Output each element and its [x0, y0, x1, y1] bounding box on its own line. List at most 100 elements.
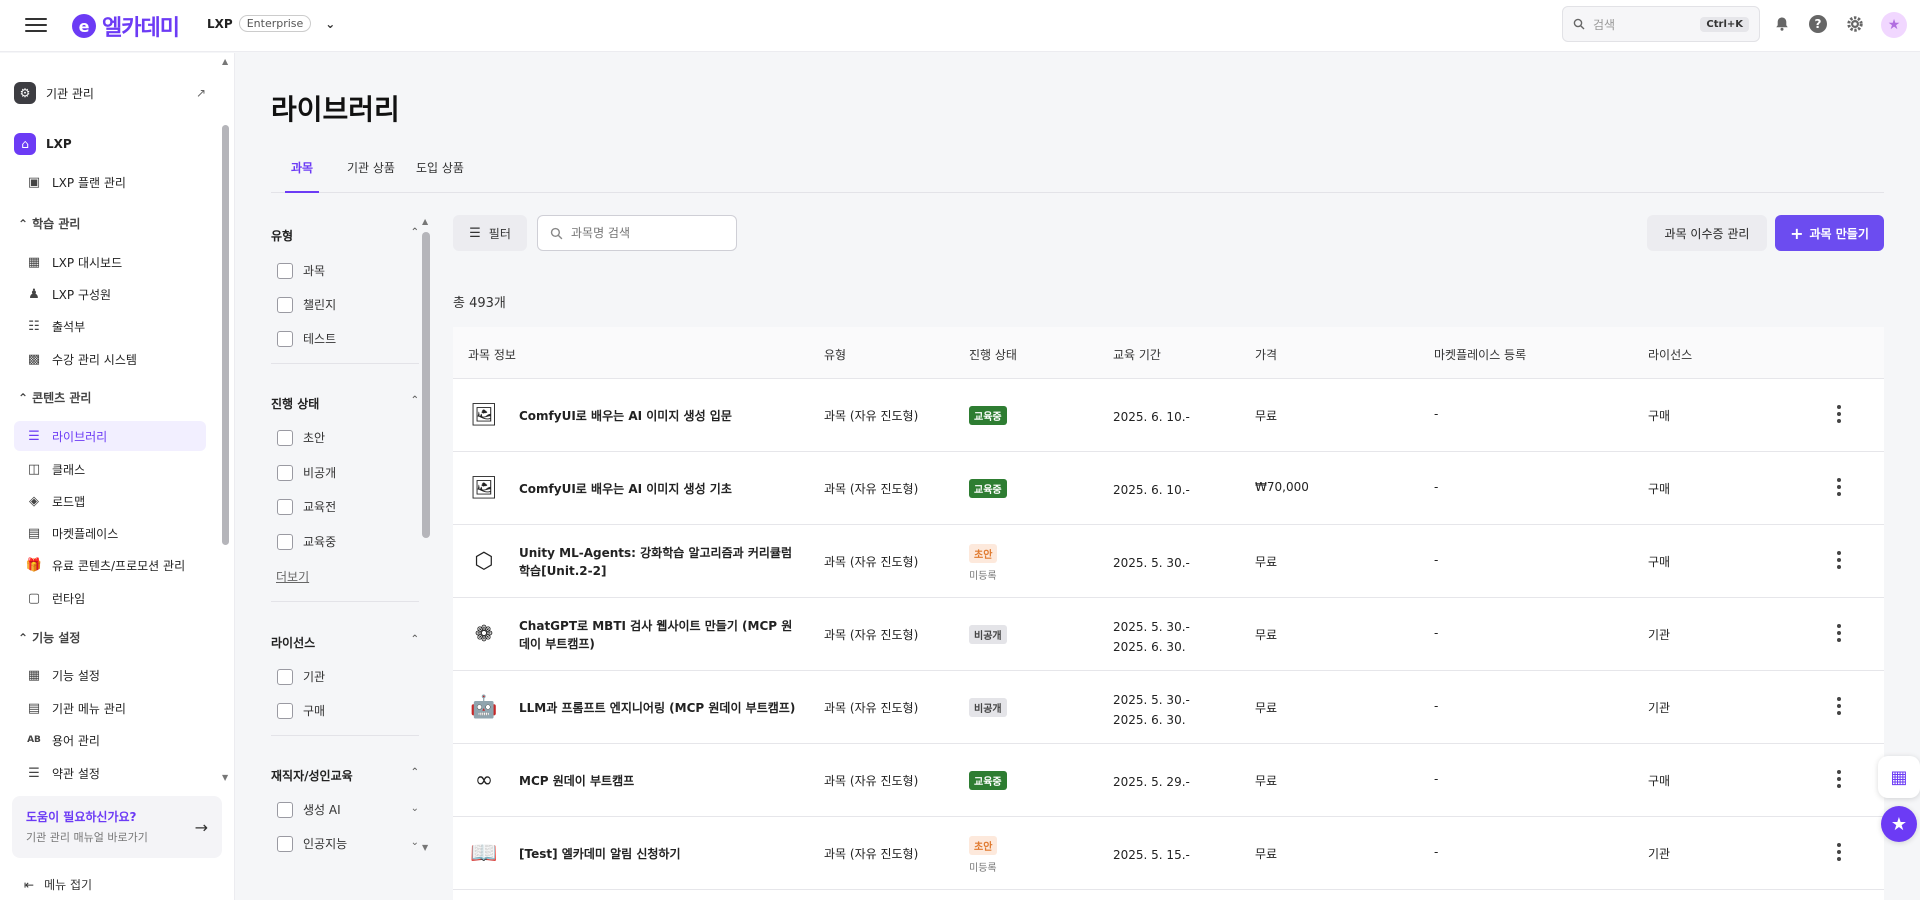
column-header[interactable]: 가격	[1255, 346, 1277, 363]
table-row[interactable]: ∞ MCP 원데이 부트캠프 과목 (자유 진도형) 교육중 2025. 5. 29.-…	[453, 744, 1884, 817]
checkbox[interactable]	[277, 464, 293, 481]
checkbox[interactable]	[277, 498, 293, 515]
filter-option[interactable]: 기관	[277, 668, 325, 685]
filter-option[interactable]: 인공지능	[277, 835, 347, 852]
sidebar-item-menu-manage[interactable]: ▤ 기관 메뉴 관리	[14, 693, 206, 723]
filter-option[interactable]: 초안	[277, 429, 325, 446]
table-row[interactable]: ⬡ Unity ML-Agents: 강화학습 알고리즘과 커리큘럼 학습[Uni…	[453, 525, 1884, 598]
bell-icon[interactable]	[1772, 14, 1792, 34]
column-header[interactable]: 교육 기간	[1113, 346, 1161, 363]
scroll-up-icon[interactable]: ▲	[222, 57, 228, 66]
sidebar-item-roadmap[interactable]: ◈ 로드맵	[14, 486, 206, 516]
more-options-icon[interactable]	[1837, 697, 1843, 715]
filter-option[interactable]: 생성 AI	[277, 801, 341, 818]
tab-imported-products[interactable]: 도입 상품	[410, 155, 470, 193]
help-icon[interactable]: ?	[1808, 14, 1828, 34]
assistant-button[interactable]: ★	[1881, 806, 1917, 842]
column-header[interactable]: 과목 정보	[468, 346, 516, 363]
course-search[interactable]	[537, 215, 737, 251]
table-row[interactable]: ❁ ChatGPT로 MBTI 검사 웹사이트 만들기 (MCP 원데이 부트캠프…	[453, 598, 1884, 671]
chevron-down-icon[interactable]: ⌄	[325, 17, 335, 31]
global-search[interactable]: 검색 Ctrl+K	[1562, 6, 1760, 42]
filter-option[interactable]: 과목	[277, 262, 325, 279]
column-header[interactable]: 마켓플레이스 등록	[1434, 346, 1526, 363]
more-link[interactable]: 더보기	[276, 568, 309, 585]
column-header[interactable]: 유형	[824, 346, 846, 363]
sidebar-item-paid-content[interactable]: 🎁 유료 콘텐츠/프로모션 관리	[14, 550, 206, 580]
checkbox[interactable]	[277, 296, 293, 313]
chevron-down-icon[interactable]: ⌄	[411, 837, 419, 848]
filter-option[interactable]: 교육중	[277, 533, 336, 550]
menu-icon[interactable]	[25, 14, 47, 36]
section-learning[interactable]: ⌃ 학습 관리	[18, 215, 80, 232]
filter-group-status[interactable]: 진행 상태 ⌃	[271, 395, 419, 412]
sidebar-item-feature-settings[interactable]: ▦ 기능 설정	[14, 660, 206, 690]
more-options-icon[interactable]	[1837, 551, 1843, 569]
help-card[interactable]: 도움이 필요하신가요? 기관 관리 매뉴얼 바로가기 →	[12, 796, 222, 858]
scroll-down-icon[interactable]: ▼	[222, 773, 228, 782]
column-header[interactable]: 라이선스	[1648, 346, 1692, 363]
checkbox[interactable]	[277, 429, 293, 446]
section-content[interactable]: ⌃ 콘텐츠 관리	[18, 389, 91, 406]
table-row[interactable]: 🖼 ComfyUI로 배우는 AI 이미지 생성 기초 과목 (자유 진도형) 교육중…	[453, 452, 1884, 525]
course-name[interactable]: ChatGPT로 MBTI 검사 웹사이트 만들기 (MCP 원데이 부트캠프)	[519, 617, 799, 653]
table-row[interactable]: 🖼 ComfyUI로 배우는 AI 이미지 생성 입문 과목 (자유 진도형) 교육중…	[453, 379, 1884, 452]
filter-button[interactable]: ☰ 필터	[453, 215, 527, 251]
avatar[interactable]: ★	[1881, 12, 1907, 38]
filter-scrollbar[interactable]	[422, 232, 430, 538]
more-options-icon[interactable]	[1837, 770, 1843, 788]
sidebar-item-members[interactable]: ♟ LXP 구성원	[14, 279, 206, 309]
filter-group-license[interactable]: 라이선스 ⌃	[271, 634, 419, 651]
logo[interactable]: e 엘카데미	[72, 10, 180, 42]
filter-option[interactable]: 테스트	[277, 330, 336, 347]
sidebar-scrollbar[interactable]	[222, 125, 229, 545]
chevron-down-icon[interactable]: ⌄	[411, 803, 419, 814]
table-row[interactable]: 🤖 LLM과 프롬프트 엔지니어링 (MCP 원데이 부트캠프) 과목 (자유 진도…	[453, 671, 1884, 744]
section-feature[interactable]: ⌃ 기능 설정	[18, 629, 80, 646]
sidebar-item-attendance[interactable]: ☷ 출석부	[14, 311, 206, 341]
product-switcher[interactable]: LXP Enterprise ⌄	[207, 15, 335, 32]
collapse-menu-button[interactable]: ⇤ 메뉴 접기	[24, 876, 92, 893]
tab-course[interactable]: 과목	[285, 155, 320, 193]
gear-icon[interactable]	[1845, 14, 1865, 34]
course-name[interactable]: Unity ML-Agents: 강화학습 알고리즘과 커리큘럼 학습[Unit…	[519, 544, 799, 580]
sidebar-item-class[interactable]: ◫ 클래스	[14, 454, 206, 484]
checkbox[interactable]	[277, 533, 293, 550]
certificate-manage-button[interactable]: 과목 이수증 관리	[1647, 215, 1767, 251]
sidebar-item-library[interactable]: ☰ 라이브러리	[14, 421, 206, 451]
sidebar-item-plan[interactable]: ▣ LXP 플랜 관리	[14, 167, 206, 197]
filter-option[interactable]: 챌린지	[277, 296, 336, 313]
filter-group-adult[interactable]: 재직자/성인교육 ⌃	[271, 767, 419, 784]
sidebar-item-terms-manage[interactable]: AB 용어 관리	[14, 725, 206, 755]
course-name[interactable]: MCP 원데이 부트캠프	[519, 772, 799, 790]
more-options-icon[interactable]	[1837, 405, 1843, 423]
tab-org-products[interactable]: 기관 상품	[341, 155, 401, 193]
sidebar-item-runtime[interactable]: ▢ 런타임	[14, 583, 206, 613]
sidebar-item-dashboard[interactable]: ▦ LXP 대시보드	[14, 247, 206, 277]
table-row[interactable]: 📖 [Test] 엘카데미 알림 신청하기 과목 (자유 진도형) 초안 미등록 2025…	[453, 817, 1884, 890]
sidebar-item-policy[interactable]: ☰ 약관 설정	[14, 758, 206, 788]
checkbox[interactable]	[277, 801, 293, 818]
checkbox[interactable]	[277, 262, 293, 279]
more-options-icon[interactable]	[1837, 624, 1843, 642]
more-options-icon[interactable]	[1837, 843, 1843, 861]
external-link-icon[interactable]: ↗	[196, 86, 206, 100]
course-name[interactable]: LLM과 프롬프트 엔지니어링 (MCP 원데이 부트캠프)	[519, 699, 799, 717]
course-search-input[interactable]	[571, 226, 721, 240]
course-name[interactable]: ComfyUI로 배우는 AI 이미지 생성 입문	[519, 407, 799, 425]
filter-group-type[interactable]: 유형 ⌃	[271, 227, 419, 244]
filter-option[interactable]: 교육전	[277, 498, 336, 515]
sidebar-item-org[interactable]: ⚙ 기관 관리 ↗	[14, 78, 206, 108]
filter-option[interactable]: 구매	[277, 702, 325, 719]
checkbox[interactable]	[277, 330, 293, 347]
scroll-up-icon[interactable]: ▲	[422, 217, 428, 226]
sidebar-item-enrollment[interactable]: ▩ 수강 관리 시스템	[14, 344, 206, 374]
sidebar-item-lxp[interactable]: ⌂ LXP	[14, 129, 206, 159]
more-options-icon[interactable]	[1837, 478, 1843, 496]
checkbox[interactable]	[277, 835, 293, 852]
filter-option[interactable]: 비공개	[277, 464, 336, 481]
course-name[interactable]: [Test] 엘카데미 알림 신청하기	[519, 845, 799, 863]
course-name[interactable]: ComfyUI로 배우는 AI 이미지 생성 기초	[519, 480, 799, 498]
scroll-down-icon[interactable]: ▼	[422, 843, 428, 852]
sidebar-item-marketplace[interactable]: ▤ 마켓플레이스	[14, 518, 206, 548]
